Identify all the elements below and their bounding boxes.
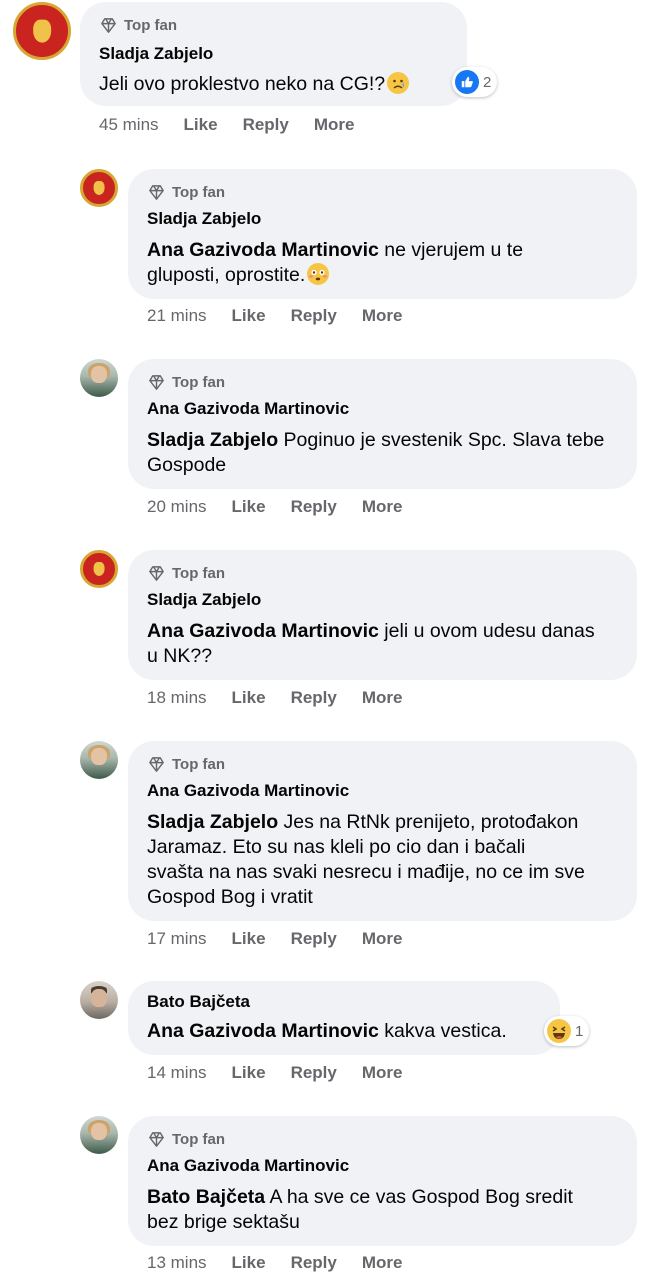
top-fan-badge: Top fan [147,183,225,202]
reaction-count[interactable]: 1 [544,1016,590,1046]
comment-time[interactable]: 14 mins [147,1063,207,1083]
reply-button[interactable]: Reply [291,306,337,326]
comment-bubble: Top fan Sladja Zabjelo Jeli ovo proklest… [80,2,467,106]
diamond-icon [149,757,164,772]
comment-bubble: Top fan Sladja Zabjelo Ana Gazivoda Mart… [128,550,637,680]
comment-time[interactable]: 20 mins [147,497,207,517]
more-button[interactable]: More [362,1063,403,1083]
more-button[interactable]: More [362,929,403,949]
comment-text: Sladja Zabjelo Poginuo je svestenik Spc.… [147,429,605,476]
avatar[interactable] [80,741,118,779]
comment-bubble: Top fan Ana Gazivoda Martinovic Sladja Z… [128,359,637,489]
avatar[interactable] [80,169,118,207]
like-button[interactable]: Like [184,115,218,135]
mention-link[interactable]: Ana Gazivoda Martinovic [147,1020,379,1042]
top-fan-badge: Top fan [99,16,177,35]
sad-emoji-icon [387,72,410,94]
comment-actions: 18 mins Like Reply More [147,688,427,708]
avatar[interactable] [13,2,71,60]
comment-actions: 21 mins Like Reply More [147,306,427,326]
more-button[interactable]: More [314,115,355,135]
mention-link[interactable]: Ana Gazivoda Martinovic [147,620,379,642]
comment-bubble: Top fan Ana Gazivoda Martinovic Bato Baj… [128,1116,637,1246]
more-button[interactable]: More [362,497,403,517]
comment-author[interactable]: Ana Gazivoda Martinovic [147,1156,349,1176]
mention-link[interactable]: Bato Bajčeta [147,1186,265,1208]
reaction-count-label: 2 [483,73,492,91]
avatar[interactable] [80,550,118,588]
reply-button[interactable]: Reply [243,115,289,135]
more-button[interactable]: More [362,688,403,708]
like-button[interactable]: Like [232,1253,266,1273]
top-fan-badge: Top fan [147,1130,225,1149]
reaction-count-label: 1 [575,1022,584,1040]
mention-link[interactable]: Sladja Zabjelo [147,811,278,833]
comment-bubble: Top fan Sladja Zabjelo Ana Gazivoda Mart… [128,169,637,299]
haha-reaction-icon [547,1019,571,1043]
more-button[interactable]: More [362,306,403,326]
comment-author[interactable]: Sladja Zabjelo [147,590,261,610]
avatar[interactable] [80,1116,118,1154]
like-button[interactable]: Like [232,306,266,326]
like-button[interactable]: Like [232,688,266,708]
comment-actions: 20 mins Like Reply More [147,497,427,517]
top-fan-badge: Top fan [147,373,225,392]
comment-actions: 13 mins Like Reply More [147,1253,427,1273]
comment-text: Ana Gazivoda Martinovic kakva vestica. [147,1020,507,1042]
diamond-icon [101,18,116,33]
comment-author[interactable]: Ana Gazivoda Martinovic [147,399,349,419]
diamond-icon [149,185,164,200]
reaction-count[interactable]: 2 [452,67,498,97]
comment-actions: 17 mins Like Reply More [147,929,427,949]
comment-author[interactable]: Sladja Zabjelo [99,44,213,64]
reply-button[interactable]: Reply [291,688,337,708]
more-button[interactable]: More [362,1253,403,1273]
comment-actions: 45 mins Like Reply More [99,115,379,135]
reply-button[interactable]: Reply [291,1253,337,1273]
comment-time[interactable]: 45 mins [99,115,159,135]
reply-button[interactable]: Reply [291,929,337,949]
diamond-icon [149,375,164,390]
comment-text: Sladja Zabjelo Jes na RtNk prenijeto, pr… [147,811,585,908]
top-fan-badge: Top fan [147,564,225,583]
mention-link[interactable]: Sladja Zabjelo [147,429,278,451]
avatar[interactable] [80,359,118,397]
top-fan-badge: Top fan [147,755,225,774]
comment-bubble: Bato Bajčeta Ana Gazivoda Martinovic kak… [128,981,560,1055]
diamond-icon [149,566,164,581]
comment-actions: 14 mins Like Reply More [147,1063,427,1083]
comment-text: Ana Gazivoda Martinovic jeli u ovom udes… [147,620,595,667]
comment-time[interactable]: 18 mins [147,688,207,708]
comment-bubble: Top fan Ana Gazivoda Martinovic Sladja Z… [128,741,637,921]
reply-button[interactable]: Reply [291,1063,337,1083]
reply-button[interactable]: Reply [291,497,337,517]
diamond-icon [149,1132,164,1147]
mention-link[interactable]: Ana Gazivoda Martinovic [147,239,379,261]
comment-text: Bato Bajčeta A ha sve ce vas Gospod Bog … [147,1186,573,1233]
comment-text: Jeli ovo proklestvo neko na CG!? [99,72,459,97]
like-button[interactable]: Like [232,497,266,517]
comment-author[interactable]: Ana Gazivoda Martinovic [147,781,349,801]
comment-text: Ana Gazivoda Martinovic ne vjerujem u te… [147,239,524,286]
comment-time[interactable]: 21 mins [147,306,207,326]
comment-time[interactable]: 17 mins [147,929,207,949]
comment-author[interactable]: Bato Bajčeta [147,992,250,1012]
flushed-emoji-icon [307,263,330,285]
like-button[interactable]: Like [232,929,266,949]
comment-time[interactable]: 13 mins [147,1253,207,1273]
comment-author[interactable]: Sladja Zabjelo [147,209,261,229]
like-reaction-icon [455,70,479,94]
like-button[interactable]: Like [232,1063,266,1083]
avatar[interactable] [80,981,118,1019]
